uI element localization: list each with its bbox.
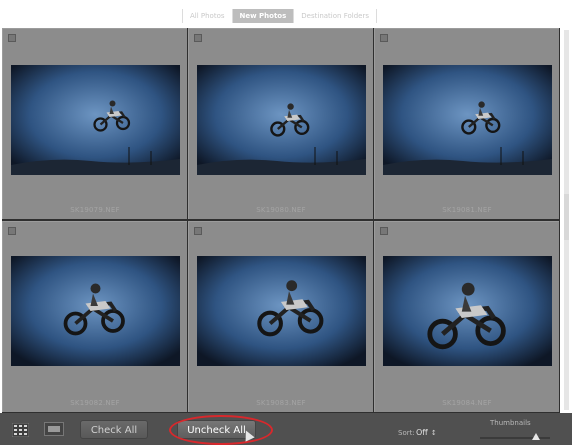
photo-grid: SK19079.NEF SK19080.NEF SK19081.NEF SK19082… bbox=[2, 28, 560, 413]
motocross-photo bbox=[383, 65, 552, 175]
photo-thumbnail[interactable] bbox=[197, 256, 366, 366]
sort-value: Off bbox=[416, 428, 428, 437]
sort-arrows-icon: ↕ bbox=[430, 429, 437, 437]
photo-filename: SK19081.NEF bbox=[442, 206, 492, 214]
photo-filename: SK19082.NEF bbox=[70, 399, 120, 407]
tab-destination-folders[interactable]: Destination Folders bbox=[293, 9, 377, 23]
photo-filename: SK19079.NEF bbox=[70, 206, 120, 214]
loupe-view-glyph bbox=[48, 426, 60, 432]
grid-view-icon[interactable] bbox=[11, 422, 30, 438]
photo-checkbox[interactable] bbox=[380, 34, 388, 42]
photo-cell[interactable]: SK19079.NEF bbox=[2, 28, 187, 219]
photo-checkbox[interactable] bbox=[8, 34, 16, 42]
photo-thumbnail[interactable] bbox=[197, 65, 366, 175]
motocross-photo bbox=[11, 65, 180, 175]
tab-new-photos[interactable]: New Photos bbox=[231, 9, 294, 23]
photo-thumbnail[interactable] bbox=[11, 65, 180, 175]
view-tabs: All Photos New Photos Destination Folder… bbox=[182, 9, 377, 23]
thumbnails-label: Thumbnails bbox=[490, 419, 531, 427]
motocross-photo bbox=[11, 256, 180, 366]
photo-thumbnail[interactable] bbox=[11, 256, 180, 366]
import-window: All Photos New Photos Destination Folder… bbox=[0, 0, 572, 445]
thumbnail-size-slider-knob[interactable] bbox=[532, 433, 540, 440]
photo-thumbnail[interactable] bbox=[383, 256, 552, 366]
loupe-view-icon[interactable] bbox=[44, 422, 64, 436]
photo-checkbox[interactable] bbox=[8, 227, 16, 235]
bottom-toolbar: Check All Uncheck All Sort: Off ↕ Thumbna… bbox=[0, 413, 572, 445]
motocross-photo bbox=[197, 65, 366, 175]
photo-cell[interactable]: SK19080.NEF bbox=[188, 28, 373, 219]
tab-all-photos[interactable]: All Photos bbox=[182, 9, 232, 23]
photo-cell[interactable]: SK19082.NEF bbox=[2, 221, 187, 412]
view-tab-bar: All Photos New Photos Destination Folder… bbox=[0, 0, 572, 28]
motocross-photo bbox=[197, 256, 366, 366]
photo-thumbnail[interactable] bbox=[383, 65, 552, 175]
photo-cell[interactable]: SK19084.NEF bbox=[374, 221, 559, 412]
sort-dropdown[interactable]: Off ↕ bbox=[416, 428, 437, 437]
sort-label: Sort: bbox=[398, 429, 415, 437]
photo-filename: SK19080.NEF bbox=[256, 206, 306, 214]
scrollbar-thumb[interactable] bbox=[564, 194, 569, 240]
photo-cell[interactable]: SK19081.NEF bbox=[374, 28, 559, 219]
photo-cell[interactable]: SK19083.NEF bbox=[188, 221, 373, 412]
check-all-button[interactable]: Check All bbox=[80, 420, 148, 439]
photo-checkbox[interactable] bbox=[194, 34, 202, 42]
photo-checkbox[interactable] bbox=[194, 227, 202, 235]
grid-scrollbar[interactable] bbox=[561, 28, 572, 413]
motocross-photo bbox=[383, 256, 552, 366]
photo-filename: SK19083.NEF bbox=[256, 399, 306, 407]
photo-filename: SK19084.NEF bbox=[442, 399, 492, 407]
photo-checkbox[interactable] bbox=[380, 227, 388, 235]
